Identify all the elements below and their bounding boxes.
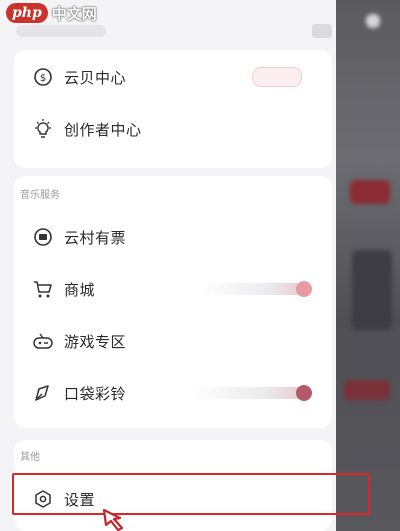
coin-icon: $: [32, 66, 54, 88]
ringtone-icon: [32, 382, 54, 404]
menu-item-label: 云贝中心: [64, 68, 127, 87]
user-profile[interactable]: [16, 25, 106, 37]
mall-promo: [200, 281, 312, 297]
scan-icon[interactable]: [312, 24, 332, 38]
background-app-content: [336, 0, 400, 531]
blurred-content: [352, 250, 392, 330]
ticket-icon: [32, 226, 54, 248]
lightbulb-icon: [32, 118, 54, 140]
menu-item-mall[interactable]: 商城: [14, 264, 332, 314]
promo-dot: [296, 385, 312, 401]
menu-item-label: 商城: [64, 280, 96, 299]
menu-item-creator[interactable]: 创作者中心: [14, 104, 332, 154]
svg-text:$: $: [40, 73, 46, 84]
blurred-banner: [350, 180, 390, 204]
menu-item-label: 口袋彩铃: [64, 384, 127, 403]
menu-item-tickets[interactable]: 云村有票: [14, 212, 332, 262]
pointer-arrow-icon: [102, 508, 124, 531]
menu-item-label: 游戏专区: [64, 332, 127, 351]
close-icon[interactable]: [366, 14, 380, 28]
promo-dot: [296, 281, 312, 297]
section-title-music-services: 音乐服务: [20, 190, 60, 201]
yunbei-badge: [252, 67, 302, 87]
menu-item-yunbei[interactable]: $ 云贝中心: [14, 52, 332, 102]
site-watermark: php 中文网: [6, 2, 97, 24]
cart-icon: [32, 278, 54, 300]
menu-item-ringtone[interactable]: 口袋彩铃: [14, 368, 332, 418]
section-title-other: 其他: [20, 452, 40, 463]
settings-highlight-box: [12, 473, 370, 515]
watermark-text: 中文网: [51, 4, 97, 23]
side-drawer: $ 云贝中心 创作者中心 音乐服务 云村有票 商城 游戏专区 口袋彩铃 其他 设…: [0, 0, 336, 531]
watermark-logo: php: [6, 3, 48, 23]
blurred-banner: [344, 380, 390, 400]
ringtone-promo: [190, 385, 312, 401]
menu-item-label: 创作者中心: [64, 120, 142, 139]
menu-item-label: 云村有票: [64, 228, 127, 247]
gamepad-icon: [32, 330, 54, 352]
menu-item-games[interactable]: 游戏专区: [14, 316, 332, 366]
